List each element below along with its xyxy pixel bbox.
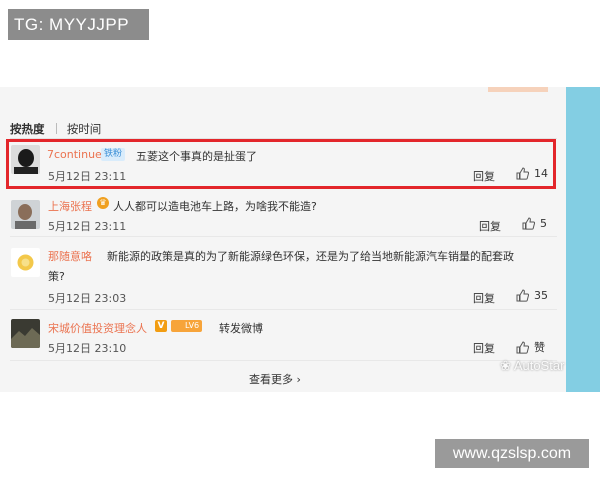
vip-crown-icon: ♛: [97, 197, 109, 209]
comment-time: 5月12日 23:11: [48, 220, 127, 233]
comment-text: 转发微博: [219, 322, 263, 335]
site-url-tag: www.qzslsp.com: [435, 439, 589, 468]
level-badge: LV6: [171, 320, 203, 332]
red-highlight-box: [6, 139, 556, 189]
like-button[interactable]: 35: [516, 289, 548, 302]
reply-button[interactable]: 回复: [473, 290, 495, 306]
sort-tabs: 按热度 按时间: [10, 121, 101, 137]
divider: [10, 309, 557, 310]
like-button[interactable]: 5: [522, 217, 547, 230]
comment-username[interactable]: 宋城价值投资理念人: [48, 320, 147, 336]
top-left-tag: TG: MYYJJPP: [8, 9, 149, 40]
view-more-label: 查看更多: [249, 373, 293, 386]
comment-username[interactable]: 那随意咯: [48, 248, 92, 264]
avatar[interactable]: [11, 248, 40, 277]
avatar[interactable]: [11, 319, 40, 348]
chevron-right-icon: ›: [296, 373, 301, 386]
sort-by-hot-tab[interactable]: 按热度: [10, 121, 45, 137]
divider: [10, 236, 557, 237]
top-accent-strip: [488, 87, 548, 92]
user-avatar-icon: [11, 319, 40, 348]
user-avatar-icon: [11, 248, 40, 277]
thumbs-up-icon: [516, 341, 530, 354]
comment-username[interactable]: 上海张程: [48, 198, 92, 214]
like-count: 5: [540, 217, 547, 230]
like-button[interactable]: 赞: [516, 339, 545, 355]
view-more-link[interactable]: 查看更多 ›: [249, 371, 301, 387]
user-avatar-icon: [11, 200, 40, 229]
reply-button[interactable]: 回复: [479, 218, 501, 234]
avatar[interactable]: [11, 200, 40, 229]
reply-button[interactable]: 回复: [473, 340, 495, 356]
like-count: 赞: [534, 341, 545, 354]
sort-by-time-tab[interactable]: 按时间: [67, 121, 102, 137]
verified-badge: V: [155, 320, 167, 332]
sort-divider: [56, 123, 58, 134]
comment-text-continued: 策?: [48, 270, 65, 283]
comment-time: 5月12日 23:03: [48, 292, 127, 305]
divider: [10, 360, 557, 361]
watermark-label: AutoStar: [513, 358, 565, 373]
autostar-watermark: ❀ AutoStar: [500, 358, 564, 374]
wechat-icon: ❀: [500, 358, 511, 373]
comment-time: 5月12日 23:10: [48, 342, 127, 355]
like-count: 35: [534, 289, 548, 302]
thumbs-up-icon: [516, 289, 530, 302]
right-side-strip: [566, 87, 600, 392]
comment-text: 人人都可以造电池车上路，为啥我不能造?: [113, 200, 317, 213]
comment-text: 新能源的政策是真的为了新能源绿色环保，还是为了给当地新能源汽车销量的配套政: [107, 250, 514, 263]
thumbs-up-icon: [522, 217, 536, 230]
